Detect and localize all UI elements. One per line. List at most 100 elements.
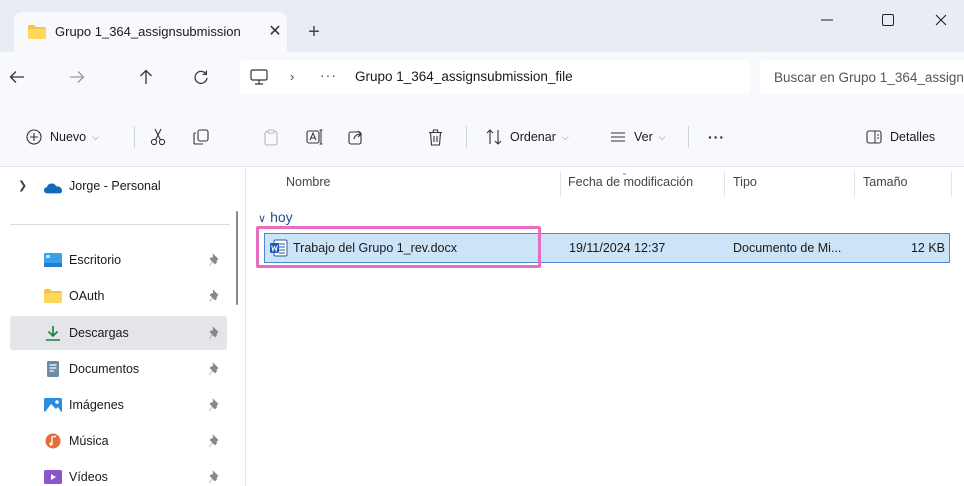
paste-icon bbox=[264, 129, 278, 146]
file-size: 12 KB bbox=[910, 241, 945, 255]
sidebar-item-onedrive[interactable]: Jorge - Personal bbox=[10, 169, 227, 203]
sidebar-item-videos[interactable]: Vídeos bbox=[10, 460, 227, 486]
pin-icon bbox=[209, 253, 219, 267]
sidebar-item-label: Escritorio bbox=[69, 253, 122, 267]
desktop-icon bbox=[44, 253, 62, 267]
chevron-down-icon: ⌵ bbox=[92, 131, 99, 142]
delete-button[interactable] bbox=[428, 124, 443, 150]
view-button-label: Ver bbox=[634, 130, 653, 144]
group-header[interactable]: ∨ hoy bbox=[258, 209, 293, 225]
plus-circle-icon bbox=[26, 129, 42, 145]
arrow-left-icon bbox=[9, 71, 24, 83]
documents-icon bbox=[47, 361, 59, 377]
share-icon bbox=[348, 130, 362, 145]
forward-button[interactable] bbox=[64, 64, 90, 90]
computer-icon bbox=[250, 69, 268, 85]
column-divider[interactable] bbox=[724, 171, 725, 197]
back-button[interactable] bbox=[4, 64, 30, 90]
rename-icon bbox=[306, 129, 323, 145]
column-divider[interactable] bbox=[854, 171, 855, 197]
sidebar-item-documentos[interactable]: Documentos bbox=[10, 352, 227, 386]
copy-button[interactable] bbox=[193, 124, 209, 150]
column-header-type[interactable]: Tipo bbox=[733, 175, 757, 197]
sidebar-scrollbar[interactable] bbox=[236, 211, 238, 305]
sort-button-label: Ordenar bbox=[510, 130, 556, 144]
column-divider[interactable] bbox=[560, 171, 561, 197]
toolbar-divider bbox=[466, 126, 467, 148]
sort-button[interactable]: Ordenar ⌵ bbox=[486, 124, 569, 150]
new-tab-button[interactable]: + bbox=[303, 22, 325, 44]
view-button[interactable]: Ver ⌵ bbox=[610, 124, 666, 150]
maximize-button[interactable] bbox=[865, 4, 911, 36]
pin-icon bbox=[209, 289, 219, 303]
sidebar-item-musica[interactable]: Música bbox=[10, 424, 227, 458]
sidebar-item-imagenes[interactable]: Imágenes bbox=[10, 388, 227, 422]
sidebar-item-label: Vídeos bbox=[69, 470, 108, 484]
sidebar-item-escritorio[interactable]: Escritorio bbox=[10, 243, 227, 277]
details-button-label: Detalles bbox=[890, 130, 936, 144]
close-icon bbox=[935, 14, 947, 26]
minimize-button[interactable] bbox=[804, 4, 850, 36]
folder-icon bbox=[28, 25, 46, 39]
pin-icon bbox=[209, 470, 219, 484]
navigation-bar: › ··· Grupo 1_364_assignsubmission_file bbox=[0, 52, 964, 105]
paste-button[interactable] bbox=[264, 124, 278, 150]
column-header-modified[interactable]: Fecha de modificación bbox=[568, 175, 693, 197]
new-button[interactable]: Nuevo ⌵ bbox=[26, 124, 99, 150]
sidebar-item-oauth[interactable]: OAuth bbox=[10, 279, 227, 313]
sidebar-item-label: Música bbox=[69, 434, 109, 448]
sidebar-divider bbox=[10, 224, 230, 225]
arrow-right-icon bbox=[70, 71, 85, 83]
sidebar-item-descargas[interactable]: Descargas bbox=[10, 316, 227, 350]
onedrive-cloud-icon bbox=[44, 183, 62, 194]
active-tab[interactable]: Grupo 1_364_assignsubmission ✕ bbox=[14, 12, 287, 52]
search-box[interactable] bbox=[760, 60, 964, 94]
download-icon bbox=[46, 326, 60, 341]
pin-icon bbox=[209, 434, 219, 448]
new-button-label: Nuevo bbox=[50, 130, 87, 144]
file-modified-date: 19/11/2024 12:37 bbox=[569, 241, 666, 255]
column-header-name[interactable]: Nombre bbox=[286, 175, 330, 197]
file-list: ⌄ Nombre Fecha de modificación Tipo Tama… bbox=[246, 167, 964, 486]
arrow-up-icon bbox=[140, 69, 152, 84]
sort-icon bbox=[486, 129, 502, 145]
refresh-icon bbox=[194, 70, 208, 84]
breadcrumb-overflow-button[interactable]: ··· bbox=[320, 67, 337, 83]
view-list-icon bbox=[611, 132, 625, 142]
group-header-label: hoy bbox=[270, 209, 293, 225]
tab-title: Grupo 1_364_assignsubmission bbox=[55, 24, 241, 39]
address-bar[interactable]: › ··· Grupo 1_364_assignsubmission_file bbox=[240, 60, 750, 94]
search-input[interactable] bbox=[760, 60, 964, 94]
see-more-button[interactable]: ··· bbox=[708, 124, 725, 150]
share-button[interactable] bbox=[348, 124, 364, 150]
trash-icon bbox=[429, 128, 442, 146]
folder-icon bbox=[44, 289, 62, 303]
sidebar-item-label: Documentos bbox=[69, 362, 140, 376]
pictures-icon bbox=[44, 398, 62, 412]
navigation-pane: ❯ Jorge - Personal Escritorio OAuth Desc… bbox=[0, 167, 246, 486]
file-row[interactable]: Trabajo del Grupo 1_rev.docx 19/11/2024 … bbox=[264, 233, 950, 263]
details-button[interactable]: Detalles bbox=[866, 124, 935, 150]
close-window-button[interactable] bbox=[918, 4, 964, 36]
sidebar-item-label: OAuth bbox=[69, 289, 105, 303]
minimize-icon bbox=[821, 19, 833, 21]
details-pane-icon bbox=[866, 130, 882, 144]
rename-button[interactable] bbox=[306, 124, 324, 150]
breadcrumb-separator: › bbox=[290, 69, 295, 84]
breadcrumb-current-folder[interactable]: Grupo 1_364_assignsubmission_file bbox=[355, 69, 573, 84]
up-button[interactable] bbox=[133, 64, 159, 90]
sidebar-item-label: Descargas bbox=[69, 326, 129, 340]
maximize-icon bbox=[882, 14, 894, 26]
close-tab-icon[interactable]: ✕ bbox=[265, 22, 285, 42]
music-icon bbox=[45, 433, 61, 449]
toolbar-divider bbox=[688, 126, 689, 148]
refresh-button[interactable] bbox=[188, 64, 214, 90]
chevron-down-icon: ∨ bbox=[258, 213, 267, 225]
file-name: Trabajo del Grupo 1_rev.docx bbox=[293, 241, 457, 255]
cut-button[interactable] bbox=[150, 124, 166, 150]
column-divider[interactable] bbox=[951, 171, 952, 197]
chevron-down-icon: ⌵ bbox=[561, 131, 569, 142]
column-header-size[interactable]: Tamaño bbox=[863, 175, 907, 197]
toolbar-divider bbox=[134, 126, 135, 148]
command-bar: Nuevo ⌵ Ordenar ⌵ Ver ⌵ ··· Detalles bbox=[0, 105, 964, 167]
